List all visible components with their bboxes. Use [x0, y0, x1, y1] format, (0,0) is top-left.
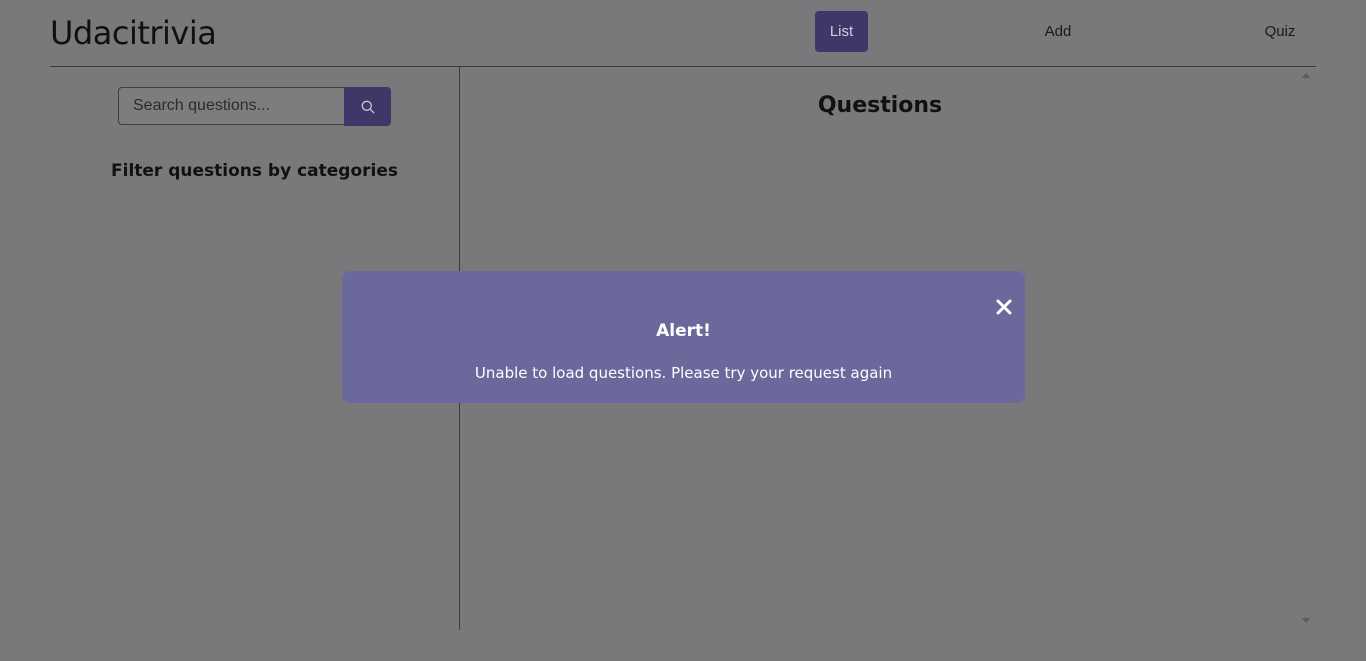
nav-add-link[interactable]: Add — [1030, 11, 1086, 52]
alert-title: Alert! — [656, 321, 711, 341]
nav-list-link[interactable]: List — [815, 11, 868, 52]
filter-categories-heading: Filter questions by categories — [111, 161, 398, 181]
search-input[interactable] — [118, 87, 344, 125]
search-button[interactable] — [344, 87, 391, 126]
search-icon — [361, 100, 374, 113]
app-title: Udacitrivia — [50, 14, 217, 52]
close-icon[interactable] — [995, 298, 1013, 316]
nav-quiz-link[interactable]: Quiz — [1250, 11, 1310, 52]
scroll-down-arrow-icon[interactable] — [1302, 618, 1310, 623]
alert-message: Unable to load questions. Please try you… — [474, 364, 893, 382]
app-root: Udacitrivia List Add Quiz Filter questio… — [0, 0, 1366, 661]
questions-heading: Questions — [817, 93, 943, 118]
scroll-up-arrow-icon[interactable] — [1302, 73, 1310, 78]
search-form — [118, 87, 391, 127]
header: Udacitrivia List Add Quiz — [50, 0, 1316, 67]
alert-dialog: Alert! Unable to load questions. Please … — [342, 271, 1025, 403]
